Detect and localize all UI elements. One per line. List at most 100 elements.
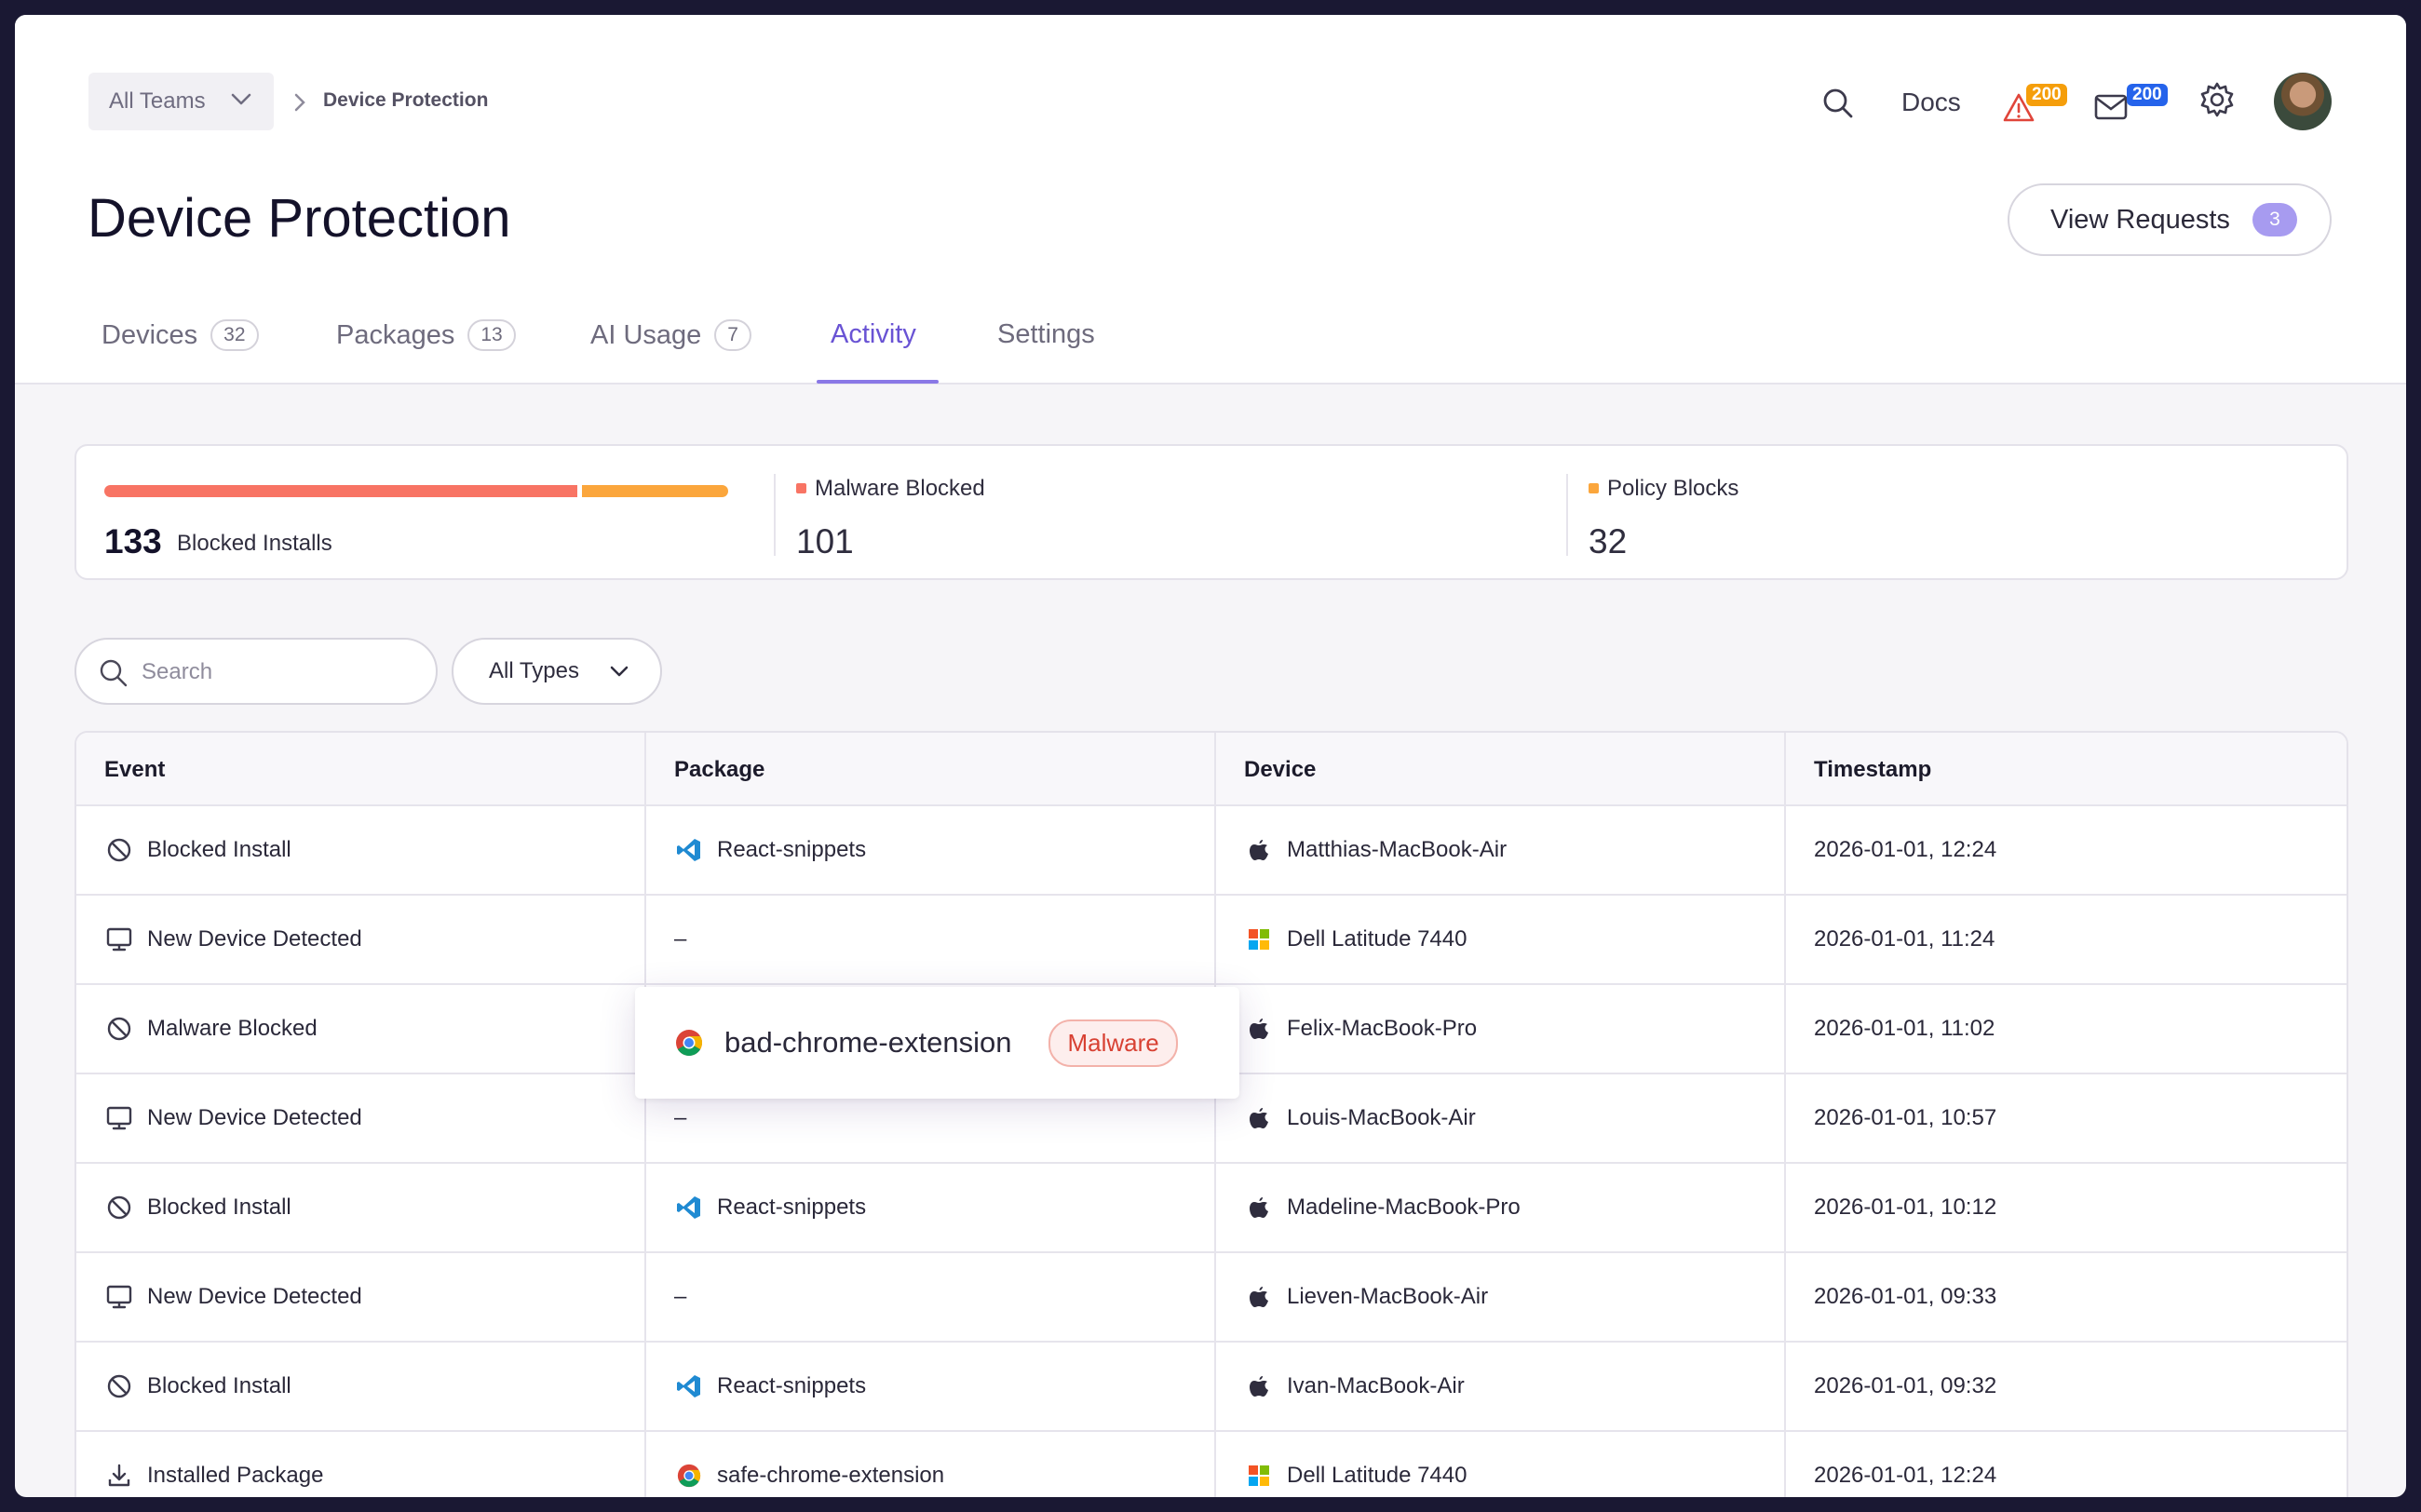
alerts-count-badge: 200: [2026, 84, 2067, 106]
malware-tag: Malware: [1048, 1019, 1178, 1067]
event-cell-text: New Device Detected: [147, 926, 362, 952]
tab-label: Devices: [101, 319, 198, 350]
vscode-icon: [674, 835, 704, 865]
timestamp-cell-text: 2026-01-01, 10:57: [1814, 1105, 1997, 1130]
package-cell: React-snippets: [674, 806, 866, 894]
breadcrumb-current: Device Protection: [323, 89, 489, 111]
apple-icon: [1244, 1371, 1274, 1401]
event-cell: New Device Detected: [104, 1253, 362, 1341]
vscode-icon: [674, 1193, 704, 1222]
event-cell-text: New Device Detected: [147, 1105, 362, 1130]
popover-package-name: bad-chrome-extension: [724, 1026, 1012, 1059]
package-cell-text: –: [674, 1284, 687, 1309]
search-field[interactable]: [74, 638, 438, 705]
package-cell-text: safe-chrome-extension: [717, 1463, 945, 1488]
device-cell-text: Dell Latitude 7440: [1287, 1463, 1467, 1488]
event-cell: Installed Package: [104, 1432, 323, 1497]
package-cell: React-snippets: [674, 1343, 866, 1430]
device-cell: Ivan-MacBook-Air: [1244, 1343, 1465, 1430]
user-avatar[interactable]: [2274, 73, 2332, 130]
device-cell: Matthias-MacBook-Air: [1244, 806, 1507, 894]
blocked-installs-label: Blocked Installs: [177, 531, 332, 556]
column-header-timestamp[interactable]: Timestamp: [1814, 757, 1931, 783]
team-select[interactable]: All Teams: [88, 73, 274, 130]
policy-blocks-value: 32: [1589, 522, 1628, 560]
malware-legend-dot: [796, 483, 806, 493]
type-filter-select[interactable]: All Types: [452, 638, 662, 705]
blocked-icon: [104, 1014, 134, 1044]
timestamp-cell-text: 2026-01-01, 09:33: [1814, 1284, 1997, 1309]
device-cell-text: Ivan-MacBook-Air: [1287, 1373, 1465, 1398]
apple-icon: [1244, 1282, 1274, 1312]
package-cell: –: [674, 1253, 686, 1341]
device-cell: Lieven-MacBook-Air: [1244, 1253, 1488, 1341]
search-icon[interactable]: [1821, 87, 1855, 120]
table-row[interactable]: Blocked Install React-snippets Madeline-Ma…: [76, 1164, 2347, 1253]
active-tab-indicator: [817, 380, 939, 384]
event-cell: New Device Detected: [104, 896, 362, 983]
alerts-button[interactable]: 200: [2002, 84, 2071, 125]
timestamp-cell: 2026-01-01, 11:24: [1814, 896, 1995, 983]
chrome-icon: [674, 1461, 704, 1491]
timestamp-cell-text: 2026-01-01, 12:24: [1814, 1463, 1997, 1488]
package-popover[interactable]: bad-chrome-extension Malware: [635, 987, 1239, 1099]
tab-settings[interactable]: Settings: [997, 319, 1095, 350]
tab-activity[interactable]: Activity: [831, 319, 916, 350]
table-row[interactable]: Installed Package safe-chrome-extension De…: [76, 1432, 2347, 1497]
event-cell-text: Malware Blocked: [147, 1016, 318, 1041]
messages-button[interactable]: 200: [2093, 84, 2181, 125]
type-filter-label: All Types: [489, 658, 579, 683]
chevron-down-icon: [231, 93, 251, 105]
vscode-icon: [674, 1371, 704, 1401]
event-cell: Blocked Install: [104, 1164, 291, 1251]
package-cell: React-snippets: [674, 1164, 866, 1251]
policy-blocks-label: Policy Blocks: [1607, 476, 1739, 501]
event-cell: Blocked Install: [104, 1343, 291, 1430]
tab-packages[interactable]: Packages 13: [336, 319, 516, 351]
monitor-icon: [104, 1282, 134, 1312]
package-cell-text: React-snippets: [717, 1195, 867, 1220]
gear-icon[interactable]: [2198, 80, 2237, 119]
column-header-package[interactable]: Package: [674, 757, 764, 783]
search-input[interactable]: [142, 656, 412, 688]
timestamp-cell: 2026-01-01, 09:33: [1814, 1253, 1996, 1341]
policy-legend-dot: [1589, 483, 1599, 493]
device-cell-text: Louis-MacBook-Air: [1287, 1105, 1476, 1130]
timestamp-cell: 2026-01-01, 10:12: [1814, 1164, 1996, 1251]
chrome-icon: [674, 1028, 704, 1058]
device-cell: Felix-MacBook-Pro: [1244, 985, 1477, 1073]
malware-bar: [104, 485, 577, 497]
monitor-icon: [104, 1103, 134, 1133]
device-cell: Madeline-MacBook-Pro: [1244, 1164, 1521, 1251]
event-cell-text: New Device Detected: [147, 1284, 362, 1309]
table-row[interactable]: Blocked Install React-snippets Ivan-MacBoo…: [76, 1343, 2347, 1432]
activity-table: Event Package Device Timestamp Blocked I…: [74, 731, 2348, 1497]
tab-ai-usage[interactable]: AI Usage 7: [590, 319, 751, 351]
docs-link[interactable]: Docs: [1901, 88, 1961, 117]
timestamp-cell: 2026-01-01, 12:24: [1814, 1432, 1996, 1497]
device-cell-text: Felix-MacBook-Pro: [1287, 1016, 1478, 1041]
table-header: Event Package Device Timestamp: [76, 733, 2347, 806]
divider: [1566, 474, 1568, 556]
tab-devices[interactable]: Devices 32: [101, 319, 259, 351]
device-cell-text: Lieven-MacBook-Air: [1287, 1284, 1489, 1309]
apple-icon: [1244, 835, 1274, 865]
package-cell: –: [674, 896, 686, 983]
package-cell-text: –: [674, 926, 687, 952]
event-cell: Blocked Install: [104, 806, 291, 894]
device-cell-text: Madeline-MacBook-Pro: [1287, 1195, 1521, 1220]
download-icon: [104, 1461, 134, 1491]
table-row[interactable]: New Device Detected – Lieven-MacBook-Air 20…: [76, 1253, 2347, 1343]
apple-icon: [1244, 1014, 1274, 1044]
malware-blocked-label: Malware Blocked: [815, 476, 985, 501]
timestamp-cell: 2026-01-01, 11:02: [1814, 985, 1995, 1073]
column-header-event[interactable]: Event: [104, 757, 165, 783]
tab-label: Packages: [336, 319, 455, 350]
table-row[interactable]: New Device Detected – Dell Latitude 7440 20…: [76, 896, 2347, 985]
blocked-installs-total: 133: [104, 522, 162, 560]
timestamp-cell: 2026-01-01, 10:57: [1814, 1074, 1996, 1162]
view-requests-button[interactable]: View Requests 3: [2008, 183, 2332, 256]
table-row[interactable]: Blocked Install React-snippets Matthias-Ma…: [76, 806, 2347, 896]
blocked-icon: [104, 1371, 134, 1401]
column-header-device[interactable]: Device: [1244, 757, 1316, 783]
